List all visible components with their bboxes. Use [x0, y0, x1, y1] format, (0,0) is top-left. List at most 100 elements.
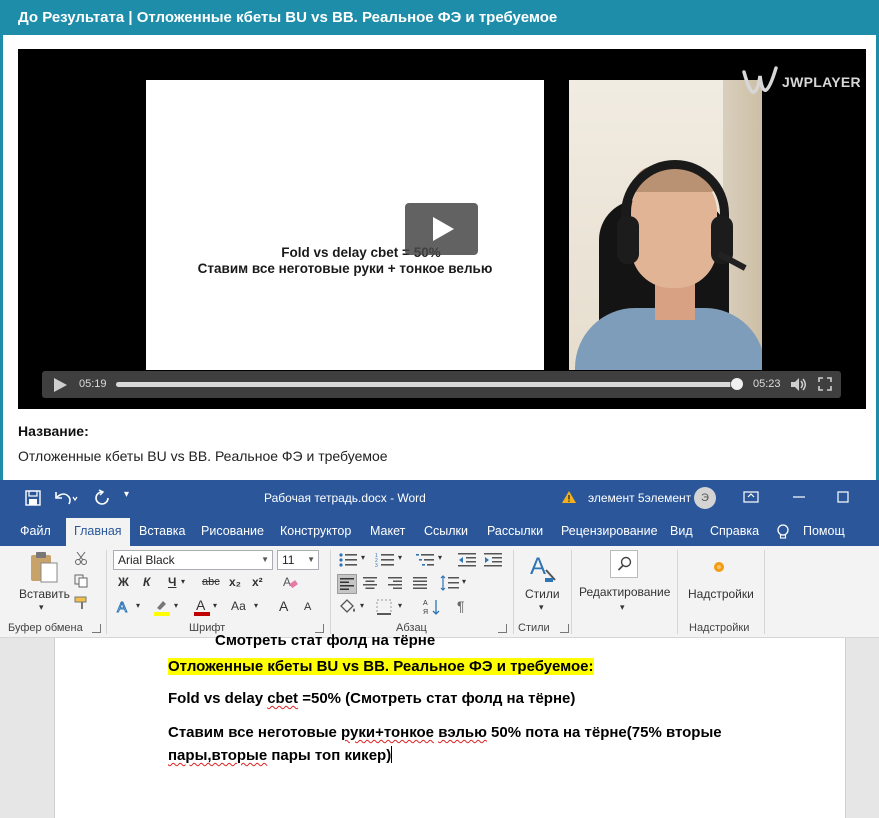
chevron-down-icon[interactable]: ▾ [254, 601, 258, 610]
styles-launcher-icon[interactable] [560, 624, 569, 633]
chevron-down-icon[interactable]: ▾ [398, 553, 402, 562]
avatar[interactable]: Э [694, 487, 716, 509]
paste-label[interactable]: Вставить [19, 587, 70, 601]
editing-label[interactable]: Редактирование [579, 585, 670, 599]
align-left-button[interactable] [337, 574, 357, 594]
minimize-icon[interactable] [790, 488, 808, 506]
chevron-down-icon[interactable]: ▾ [438, 553, 442, 562]
styles-icon[interactable]: A [528, 550, 558, 584]
editing-button[interactable] [610, 550, 638, 578]
superscript-button[interactable]: x² [252, 575, 263, 589]
chevron-down-icon[interactable]: ▾ [398, 601, 402, 610]
doc-line-3[interactable]: Ставим все неготовые руки+тонкое вэлью 5… [168, 724, 722, 741]
volume-icon[interactable] [790, 377, 808, 392]
lesson-title: До Результата | Отложенные кбеты BU vs B… [18, 9, 558, 26]
align-center-icon[interactable] [363, 577, 377, 589]
tab-insert[interactable]: Вставка [139, 524, 185, 538]
borders-icon[interactable] [376, 599, 392, 615]
customize-toolbar-icon[interactable]: ▾ [124, 489, 136, 507]
tab-references[interactable]: Ссылки [424, 524, 468, 538]
jwplayer-logo[interactable]: JWPLAYER [740, 62, 861, 102]
chevron-down-icon[interactable]: ▾ [462, 577, 466, 586]
lightbulb-icon[interactable] [776, 524, 790, 540]
font-size-select[interactable]: 11 ▼ [277, 550, 319, 570]
text-effects-icon[interactable]: A [116, 598, 134, 617]
increase-indent-icon[interactable] [483, 552, 503, 568]
paragraph-launcher-icon[interactable] [498, 624, 507, 633]
chevron-down-icon[interactable]: ▾ [361, 553, 365, 562]
ribbon-home: Вставить ▾ Буфер обмена Arial Black ▼ 11… [0, 546, 879, 638]
italic-button[interactable]: К [143, 575, 150, 589]
play-icon[interactable] [54, 378, 68, 392]
shrink-font-button[interactable]: A [304, 601, 311, 613]
save-icon[interactable] [24, 489, 42, 507]
sort-icon[interactable]: A Я [423, 598, 441, 616]
chevron-down-icon[interactable]: ▾ [181, 577, 185, 586]
change-case-button[interactable]: Аа [231, 599, 246, 613]
svg-text:3: 3 [375, 563, 378, 568]
font-color-icon[interactable]: A [193, 597, 211, 616]
tab-review[interactable]: Рецензирование [561, 524, 658, 538]
strikethrough-button[interactable]: abc [202, 576, 220, 588]
doc-heading[interactable]: Отложенные кбеты BU vs BB. Реальное ФЭ и… [168, 658, 594, 675]
clear-formatting-icon[interactable]: A [282, 574, 298, 590]
highlight-color-icon[interactable] [153, 598, 171, 616]
subscript-button[interactable]: x₂ [229, 575, 241, 589]
copy-icon[interactable] [74, 574, 88, 588]
chevron-down-icon[interactable]: ▾ [360, 601, 364, 610]
big-play-button[interactable] [405, 203, 478, 255]
ribbon-display-icon[interactable] [742, 488, 760, 506]
addins-icon[interactable] [712, 560, 726, 574]
redo-icon[interactable] [92, 489, 112, 507]
align-right-icon[interactable] [388, 577, 402, 589]
tab-draw[interactable]: Рисование [201, 524, 264, 538]
decrease-indent-icon[interactable] [457, 552, 477, 568]
maximize-icon[interactable] [834, 488, 852, 506]
format-painter-icon[interactable] [74, 596, 90, 610]
shading-icon[interactable] [338, 598, 358, 616]
addins-label[interactable]: Надстройки [688, 587, 754, 601]
paste-dropdown-icon[interactable]: ▾ [39, 602, 44, 613]
chevron-down-icon[interactable]: ▾ [539, 602, 544, 613]
tab-mailings[interactable]: Рассылки [487, 524, 543, 538]
justify-icon[interactable] [413, 577, 427, 589]
grow-font-button[interactable]: A [279, 598, 288, 614]
paste-icon[interactable] [28, 550, 60, 584]
chevron-down-icon[interactable]: ▾ [136, 601, 140, 610]
doc-line-2[interactable]: Fold vs delay cbet =50% (Смотреть стат ф… [168, 690, 575, 707]
underline-button[interactable]: Ч [168, 575, 176, 589]
document-page[interactable]: Смотреть стат фолд на тёрне Отложенные к… [54, 632, 846, 818]
slide-line-2: Ставим все неготовые руки + тонкое велью [197, 261, 493, 276]
tab-home[interactable]: Главная [66, 518, 130, 546]
svg-text:Я: Я [423, 609, 428, 616]
seek-bar[interactable] [116, 382, 738, 387]
tab-layout[interactable]: Макет [370, 524, 405, 538]
fullscreen-icon[interactable] [818, 377, 832, 391]
bullets-icon[interactable] [338, 552, 358, 568]
warning-icon[interactable] [561, 490, 577, 504]
styles-label[interactable]: Стили [525, 587, 560, 601]
line-spacing-icon[interactable] [440, 575, 460, 591]
numbering-icon[interactable]: 123 [375, 552, 395, 568]
chevron-down-icon[interactable]: ▾ [174, 601, 178, 610]
bold-button[interactable]: Ж [118, 575, 129, 589]
chevron-down-icon: ▼ [261, 555, 269, 564]
doc-line-4[interactable]: пары,вторые пары топ кикер) [168, 746, 393, 764]
undo-icon[interactable] [54, 489, 78, 507]
tab-file[interactable]: Файл [20, 524, 51, 538]
account-name[interactable]: элемент 5элемент [588, 491, 691, 505]
tell-me-search[interactable]: Помощ [803, 524, 845, 538]
pilcrow-icon[interactable]: ¶ [457, 598, 465, 614]
clipboard-launcher-icon[interactable] [92, 624, 101, 633]
font-name-select[interactable]: Arial Black ▼ [113, 550, 273, 570]
chevron-down-icon[interactable]: ▾ [213, 601, 217, 610]
tab-design[interactable]: Конструктор [280, 524, 351, 538]
tab-help[interactable]: Справка [710, 524, 759, 538]
video-player[interactable]: Fold vs delay cbet = 50% Ставим все него… [18, 49, 866, 409]
tab-view[interactable]: Вид [670, 524, 693, 538]
chevron-down-icon[interactable]: ▾ [620, 602, 625, 613]
seek-handle[interactable] [731, 378, 743, 390]
multilevel-list-icon[interactable] [415, 552, 435, 568]
cut-icon[interactable] [74, 551, 88, 565]
document-area: Смотреть стат фолд на тёрне Отложенные к… [0, 632, 879, 818]
